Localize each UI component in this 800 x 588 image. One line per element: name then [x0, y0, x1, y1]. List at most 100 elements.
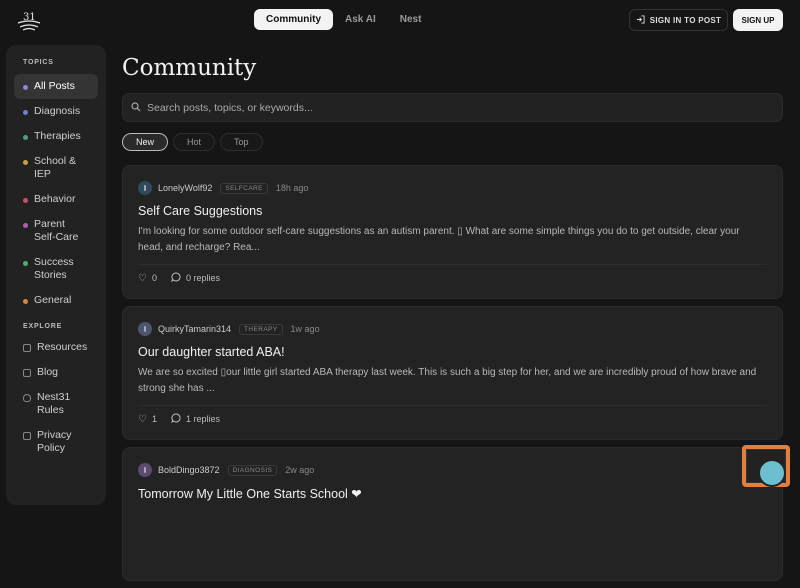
- reply-count: 1 replies: [185, 414, 221, 424]
- sidebar-item-label: Parent Self-Care: [34, 218, 79, 243]
- tab-nest[interactable]: Nest: [388, 9, 434, 30]
- sort-filters: New Hot Top: [122, 133, 263, 151]
- shield-icon: [23, 394, 31, 402]
- sidebar-item-label: Behavior: [34, 193, 76, 205]
- like-button[interactable]: ♡ 1: [138, 414, 157, 425]
- post-timestamp: 1w ago: [290, 324, 320, 334]
- sidebar-item-general[interactable]: General: [14, 288, 98, 313]
- sign-in-label: SIGN IN TO POST: [649, 15, 722, 25]
- sidebar-item-therapies[interactable]: Therapies: [14, 124, 98, 149]
- replies-button[interactable]: 0 replies: [171, 272, 220, 284]
- main-content: Community New Hot Top LonelyWolf92 SELFC…: [122, 45, 784, 581]
- replies-button[interactable]: 1 replies: [171, 413, 220, 425]
- sidebar-item-resources[interactable]: Resources: [14, 335, 98, 360]
- main-tabs: Community Ask AI Nest: [254, 9, 433, 30]
- post-author[interactable]: QuirkyTamarin314: [158, 324, 231, 334]
- sidebar-item-parent-self-care[interactable]: Parent Self-Care: [14, 212, 98, 250]
- sidebar-item-blog[interactable]: Blog: [14, 360, 98, 385]
- page-title: Community: [122, 55, 257, 81]
- sidebar-item-label: All Posts: [34, 80, 75, 92]
- topic-dot-icon: [23, 160, 28, 165]
- heart-icon: ♡: [138, 272, 147, 284]
- like-count: 1: [151, 414, 157, 424]
- topic-dot-icon: [23, 261, 28, 266]
- sidebar-item-label: Therapies: [34, 130, 81, 142]
- sidebar: TOPICS All Posts Diagnosis Therapies Sch…: [6, 45, 106, 505]
- post-meta: QuirkyTamarin314 THERAPY 1w ago: [138, 321, 767, 337]
- comment-icon: [171, 272, 181, 284]
- topic-dot-icon: [23, 135, 28, 140]
- filter-new-button[interactable]: New: [122, 133, 169, 151]
- topic-dot-icon: [23, 299, 28, 304]
- post-meta: BoldDingo3872 DIAGNOSIS 2w ago: [138, 462, 767, 478]
- filter-hot-button[interactable]: Hot: [173, 133, 216, 151]
- post-tag-badge: DIAGNOSIS: [227, 464, 278, 476]
- comment-icon: [171, 413, 181, 425]
- sidebar-item-rules[interactable]: Nest31 Rules: [14, 385, 98, 423]
- avatar[interactable]: [138, 322, 152, 336]
- filter-top-button[interactable]: Top: [220, 133, 263, 151]
- sign-in-icon: [636, 14, 645, 26]
- sidebar-item-behavior[interactable]: Behavior: [14, 187, 98, 212]
- sidebar-item-label: Nest31 Rules: [37, 391, 71, 416]
- sidebar-item-label: Diagnosis: [34, 105, 81, 117]
- sidebar-item-label: Success Stories: [34, 256, 74, 281]
- search-icon: [131, 99, 141, 117]
- post-title[interactable]: Self Care Suggestions: [138, 204, 767, 220]
- sidebar-item-label: Blog: [37, 366, 59, 378]
- topic-dot-icon: [23, 198, 28, 203]
- post-list: LonelyWolf92 SELFCARE 18h ago Self Care …: [122, 165, 783, 588]
- sidebar-item-diagnosis[interactable]: Diagnosis: [14, 99, 98, 124]
- avatar[interactable]: [138, 463, 152, 477]
- sidebar-item-label: Resources: [37, 341, 88, 353]
- avatar-glyph-icon: [144, 326, 146, 332]
- post-author[interactable]: BoldDingo3872: [158, 465, 220, 475]
- topic-dot-icon: [23, 110, 28, 115]
- avatar-glyph-icon: [144, 185, 146, 191]
- post-card[interactable]: BoldDingo3872 DIAGNOSIS 2w ago Tomorrow …: [122, 447, 783, 581]
- search-input[interactable]: [147, 101, 747, 114]
- post-title[interactable]: Our daughter started ABA!: [138, 345, 767, 361]
- book-icon: [23, 344, 31, 352]
- tab-community[interactable]: Community: [254, 9, 333, 30]
- post-author[interactable]: LonelyWolf92: [158, 183, 212, 193]
- explore-heading: EXPLORE: [23, 323, 63, 330]
- post-excerpt: We are so excited ▯our little girl start…: [138, 367, 757, 394]
- sidebar-item-label: Privacy Policy: [37, 429, 72, 454]
- lock-icon: [23, 432, 31, 440]
- topic-dot-icon: [23, 85, 28, 90]
- search-bar[interactable]: [122, 93, 783, 122]
- post-divider: [138, 264, 767, 265]
- reply-count: 0 replies: [185, 273, 221, 283]
- like-button[interactable]: ♡ 0: [138, 273, 157, 284]
- sidebar-item-label: School & IEP: [34, 155, 77, 180]
- top-bar: 31 Community Ask AI Nest SIGN IN TO POST…: [0, 0, 800, 40]
- post-timestamp: 18h ago: [275, 183, 309, 193]
- post-card[interactable]: LonelyWolf92 SELFCARE 18h ago Self Care …: [122, 165, 783, 299]
- topics-heading: TOPICS: [23, 59, 54, 66]
- sidebar-item-success-stories[interactable]: Success Stories: [14, 250, 98, 288]
- nest31-logo[interactable]: 31: [16, 8, 42, 32]
- avatar-glyph-icon: [144, 467, 146, 473]
- sign-in-to-post-button[interactable]: SIGN IN TO POST: [629, 9, 728, 31]
- heart-icon: ♡: [138, 413, 147, 425]
- post-meta: LonelyWolf92 SELFCARE 18h ago: [138, 180, 767, 196]
- sidebar-item-school-iep[interactable]: School & IEP: [14, 149, 98, 187]
- sidebar-item-all-posts[interactable]: All Posts: [14, 74, 98, 99]
- tab-ask-ai[interactable]: Ask AI: [333, 9, 388, 30]
- post-footer: ♡ 1 1 replies: [138, 413, 220, 425]
- sidebar-item-privacy-policy[interactable]: Privacy Policy: [14, 423, 98, 461]
- post-card[interactable]: QuirkyTamarin314 THERAPY 1w ago Our daug…: [122, 306, 783, 440]
- topic-dot-icon: [23, 223, 28, 228]
- post-tag-badge: SELFCARE: [220, 182, 268, 194]
- sidebar-item-label: General: [34, 294, 72, 306]
- post-tag-badge: THERAPY: [239, 323, 283, 335]
- chat-bubble-icon: [758, 459, 786, 487]
- post-divider: [138, 405, 767, 406]
- like-count: 0: [151, 273, 157, 283]
- help-widget-button[interactable]: [742, 445, 790, 487]
- sign-up-button[interactable]: SIGN UP: [733, 9, 783, 31]
- avatar[interactable]: [138, 181, 152, 195]
- post-timestamp: 2w ago: [285, 465, 315, 475]
- post-footer: ♡ 0 0 replies: [138, 272, 220, 284]
